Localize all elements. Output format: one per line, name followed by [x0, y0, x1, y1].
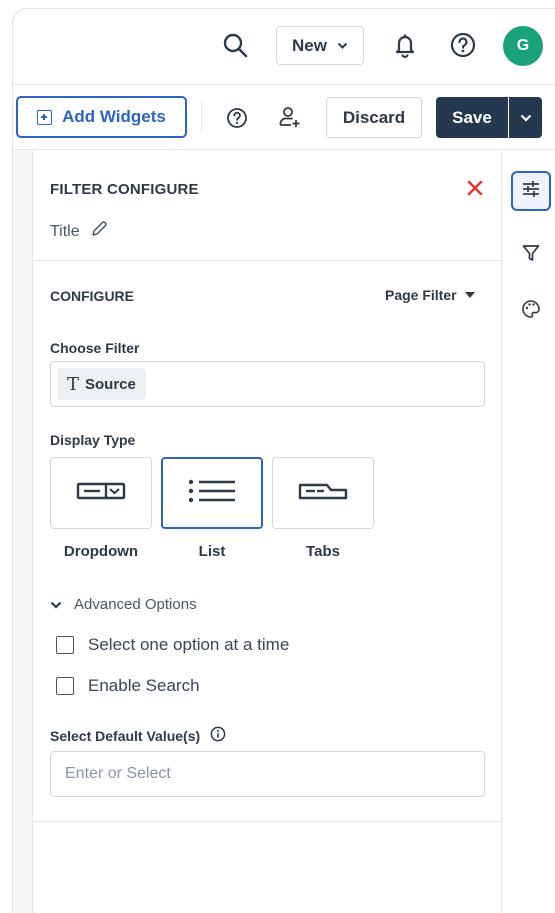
add-widgets-button[interactable]: Add Widgets	[16, 96, 187, 138]
config-tab-button[interactable]	[511, 171, 551, 211]
info-icon[interactable]	[210, 726, 226, 745]
list-type-icon	[187, 478, 237, 509]
canvas-edge	[13, 151, 33, 913]
advanced-options-toggle[interactable]: Advanced Options	[50, 596, 197, 613]
add-widgets-label: Add Widgets	[62, 107, 166, 126]
divider	[34, 821, 501, 822]
default-value-label: Select Default Value(s)	[50, 726, 226, 745]
dropdown-type-icon	[76, 480, 126, 507]
pencil-icon[interactable]	[90, 220, 108, 243]
close-icon[interactable]	[466, 179, 484, 197]
display-type-label: Display Type	[50, 432, 136, 448]
display-type-list[interactable]	[161, 457, 263, 529]
display-type-dropdown[interactable]	[50, 457, 152, 529]
display-type-list-label: List	[198, 543, 226, 560]
top-header: New G	[13, 9, 555, 85]
new-button[interactable]: New	[276, 26, 364, 65]
default-value-label-text: Select Default Value(s)	[50, 727, 201, 744]
avatar-initial: G	[516, 37, 530, 54]
filter-chip-label: Source	[85, 375, 136, 393]
option-enable-search[interactable]: Enable Search	[56, 676, 200, 696]
enable-search-label: Enable Search	[88, 676, 200, 695]
page-filter-dropdown[interactable]: Page Filter	[385, 287, 475, 303]
discard-button[interactable]: Discard	[326, 97, 422, 138]
chevron-down-icon	[337, 39, 348, 53]
configure-heading: CONFIGURE	[50, 288, 134, 304]
default-value-input[interactable]	[50, 751, 485, 797]
option-single-select[interactable]: Select one option at a time	[56, 635, 289, 655]
help-icon[interactable]	[449, 31, 477, 59]
toolbar-divider	[201, 102, 202, 132]
add-user-icon[interactable]	[277, 104, 303, 130]
app-frame: New G Add Widgets Discard Save FILTER CO…	[12, 8, 555, 913]
choose-filter-label: Choose Filter	[50, 340, 140, 356]
help-icon[interactable]	[225, 106, 249, 130]
caret-down-icon	[464, 292, 475, 298]
text-type-icon: T	[67, 373, 80, 395]
page-filter-label: Page Filter	[385, 287, 457, 303]
save-label: Save	[452, 107, 492, 127]
toolbar: Add Widgets Discard Save	[13, 86, 555, 150]
filter-tab-button[interactable]	[511, 235, 551, 275]
filter-config-panel: FILTER CONFIGURE Title CONFIGURE Page Fi…	[34, 151, 501, 913]
enable-search-checkbox[interactable]	[56, 677, 74, 695]
single-select-checkbox[interactable]	[56, 636, 74, 654]
single-select-label: Select one option at a time	[88, 635, 290, 654]
discard-label: Discard	[342, 107, 406, 127]
divider	[34, 260, 501, 261]
panel-title: FILTER CONFIGURE	[50, 181, 199, 198]
plus-square-icon	[37, 109, 53, 125]
save-button[interactable]: Save	[436, 97, 508, 138]
chevron-down-icon	[520, 109, 532, 127]
search-icon[interactable]	[221, 31, 249, 59]
bell-icon[interactable]	[391, 31, 419, 59]
save-options-button[interactable]	[509, 97, 542, 138]
right-rail	[501, 151, 555, 913]
title-field-label: Title	[50, 222, 80, 240]
chevron-down-icon	[50, 596, 62, 613]
display-type-tabs[interactable]	[272, 457, 374, 529]
sliders-icon	[521, 180, 541, 203]
filter-chip-source[interactable]: T Source	[57, 368, 146, 400]
title-field[interactable]: Title	[50, 220, 108, 243]
style-tab-button[interactable]	[511, 291, 551, 331]
palette-icon	[521, 299, 541, 324]
tabs-type-icon	[297, 480, 349, 507]
advanced-options-label: Advanced Options	[74, 596, 197, 613]
display-type-dropdown-label: Dropdown	[63, 543, 139, 560]
avatar[interactable]: G	[503, 26, 543, 66]
choose-filter-field[interactable]: T Source	[50, 361, 485, 407]
display-type-tabs-label: Tabs	[306, 543, 340, 560]
new-button-label: New	[292, 35, 327, 55]
funnel-icon	[521, 243, 541, 268]
